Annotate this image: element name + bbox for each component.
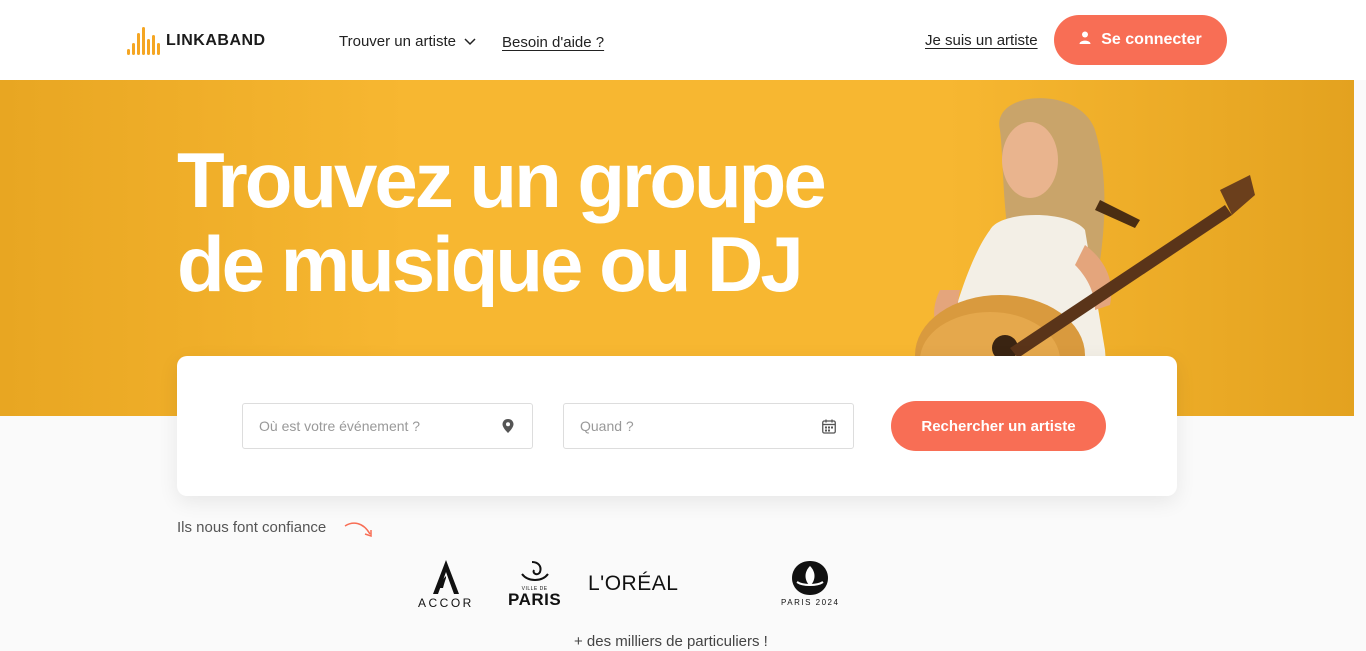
ville-de-paris-logo: VILLE DE PARIS [508, 560, 561, 608]
paris-2024-logo-text: PARIS 2024 [781, 598, 840, 607]
nav-i-am-artist-link[interactable]: Je suis un artiste [925, 32, 1038, 49]
hero-title-line1: Trouvez un groupe [177, 136, 827, 224]
paris-2024-flame-icon [792, 561, 829, 595]
site-header: LINKABAND Trouver un artiste Besoin d'ai… [0, 0, 1366, 80]
curved-arrow-icon [344, 522, 372, 538]
search-card: Rechercher un artiste [177, 356, 1177, 496]
loreal-logo: L'ORÉAL [588, 572, 679, 595]
chevron-down-icon [464, 33, 476, 50]
location-input[interactable] [259, 418, 500, 434]
hero-title-line2: de musique ou DJ [177, 220, 804, 308]
trust-label: Ils nous font confiance [177, 519, 327, 536]
login-button-label: Se connecter [1101, 31, 1202, 48]
logo-bars-icon [127, 27, 160, 55]
user-icon [1079, 31, 1091, 49]
accor-symbol-icon [432, 560, 459, 594]
nav-help-link[interactable]: Besoin d'aide ? [502, 34, 604, 51]
login-button[interactable]: Se connecter [1054, 15, 1227, 65]
hero-title: Trouvez un groupe de musique ou DJ [177, 136, 827, 308]
paris-2024-logo: PARIS 2024 [781, 560, 839, 607]
calendar-icon [821, 418, 837, 434]
date-input[interactable] [580, 418, 821, 434]
logo-text: LINKABAND [166, 32, 266, 49]
accor-logo: ACCOR [418, 560, 474, 610]
location-field[interactable] [242, 403, 533, 449]
nav-find-artist-label: Trouver un artiste [339, 33, 456, 50]
search-artist-button[interactable]: Rechercher un artiste [891, 401, 1106, 451]
accor-logo-text: ACCOR [418, 596, 474, 610]
more-customers-label: + des milliers de particuliers ! [574, 633, 768, 650]
date-field[interactable] [563, 403, 854, 449]
nav-find-artist-dropdown[interactable]: Trouver un artiste [339, 33, 476, 50]
map-pin-icon [500, 418, 516, 434]
paris-ship-icon [520, 561, 549, 581]
linkaband-logo[interactable]: LINKABAND [127, 26, 266, 56]
paris-logo-big-text: PARIS [508, 590, 562, 609]
